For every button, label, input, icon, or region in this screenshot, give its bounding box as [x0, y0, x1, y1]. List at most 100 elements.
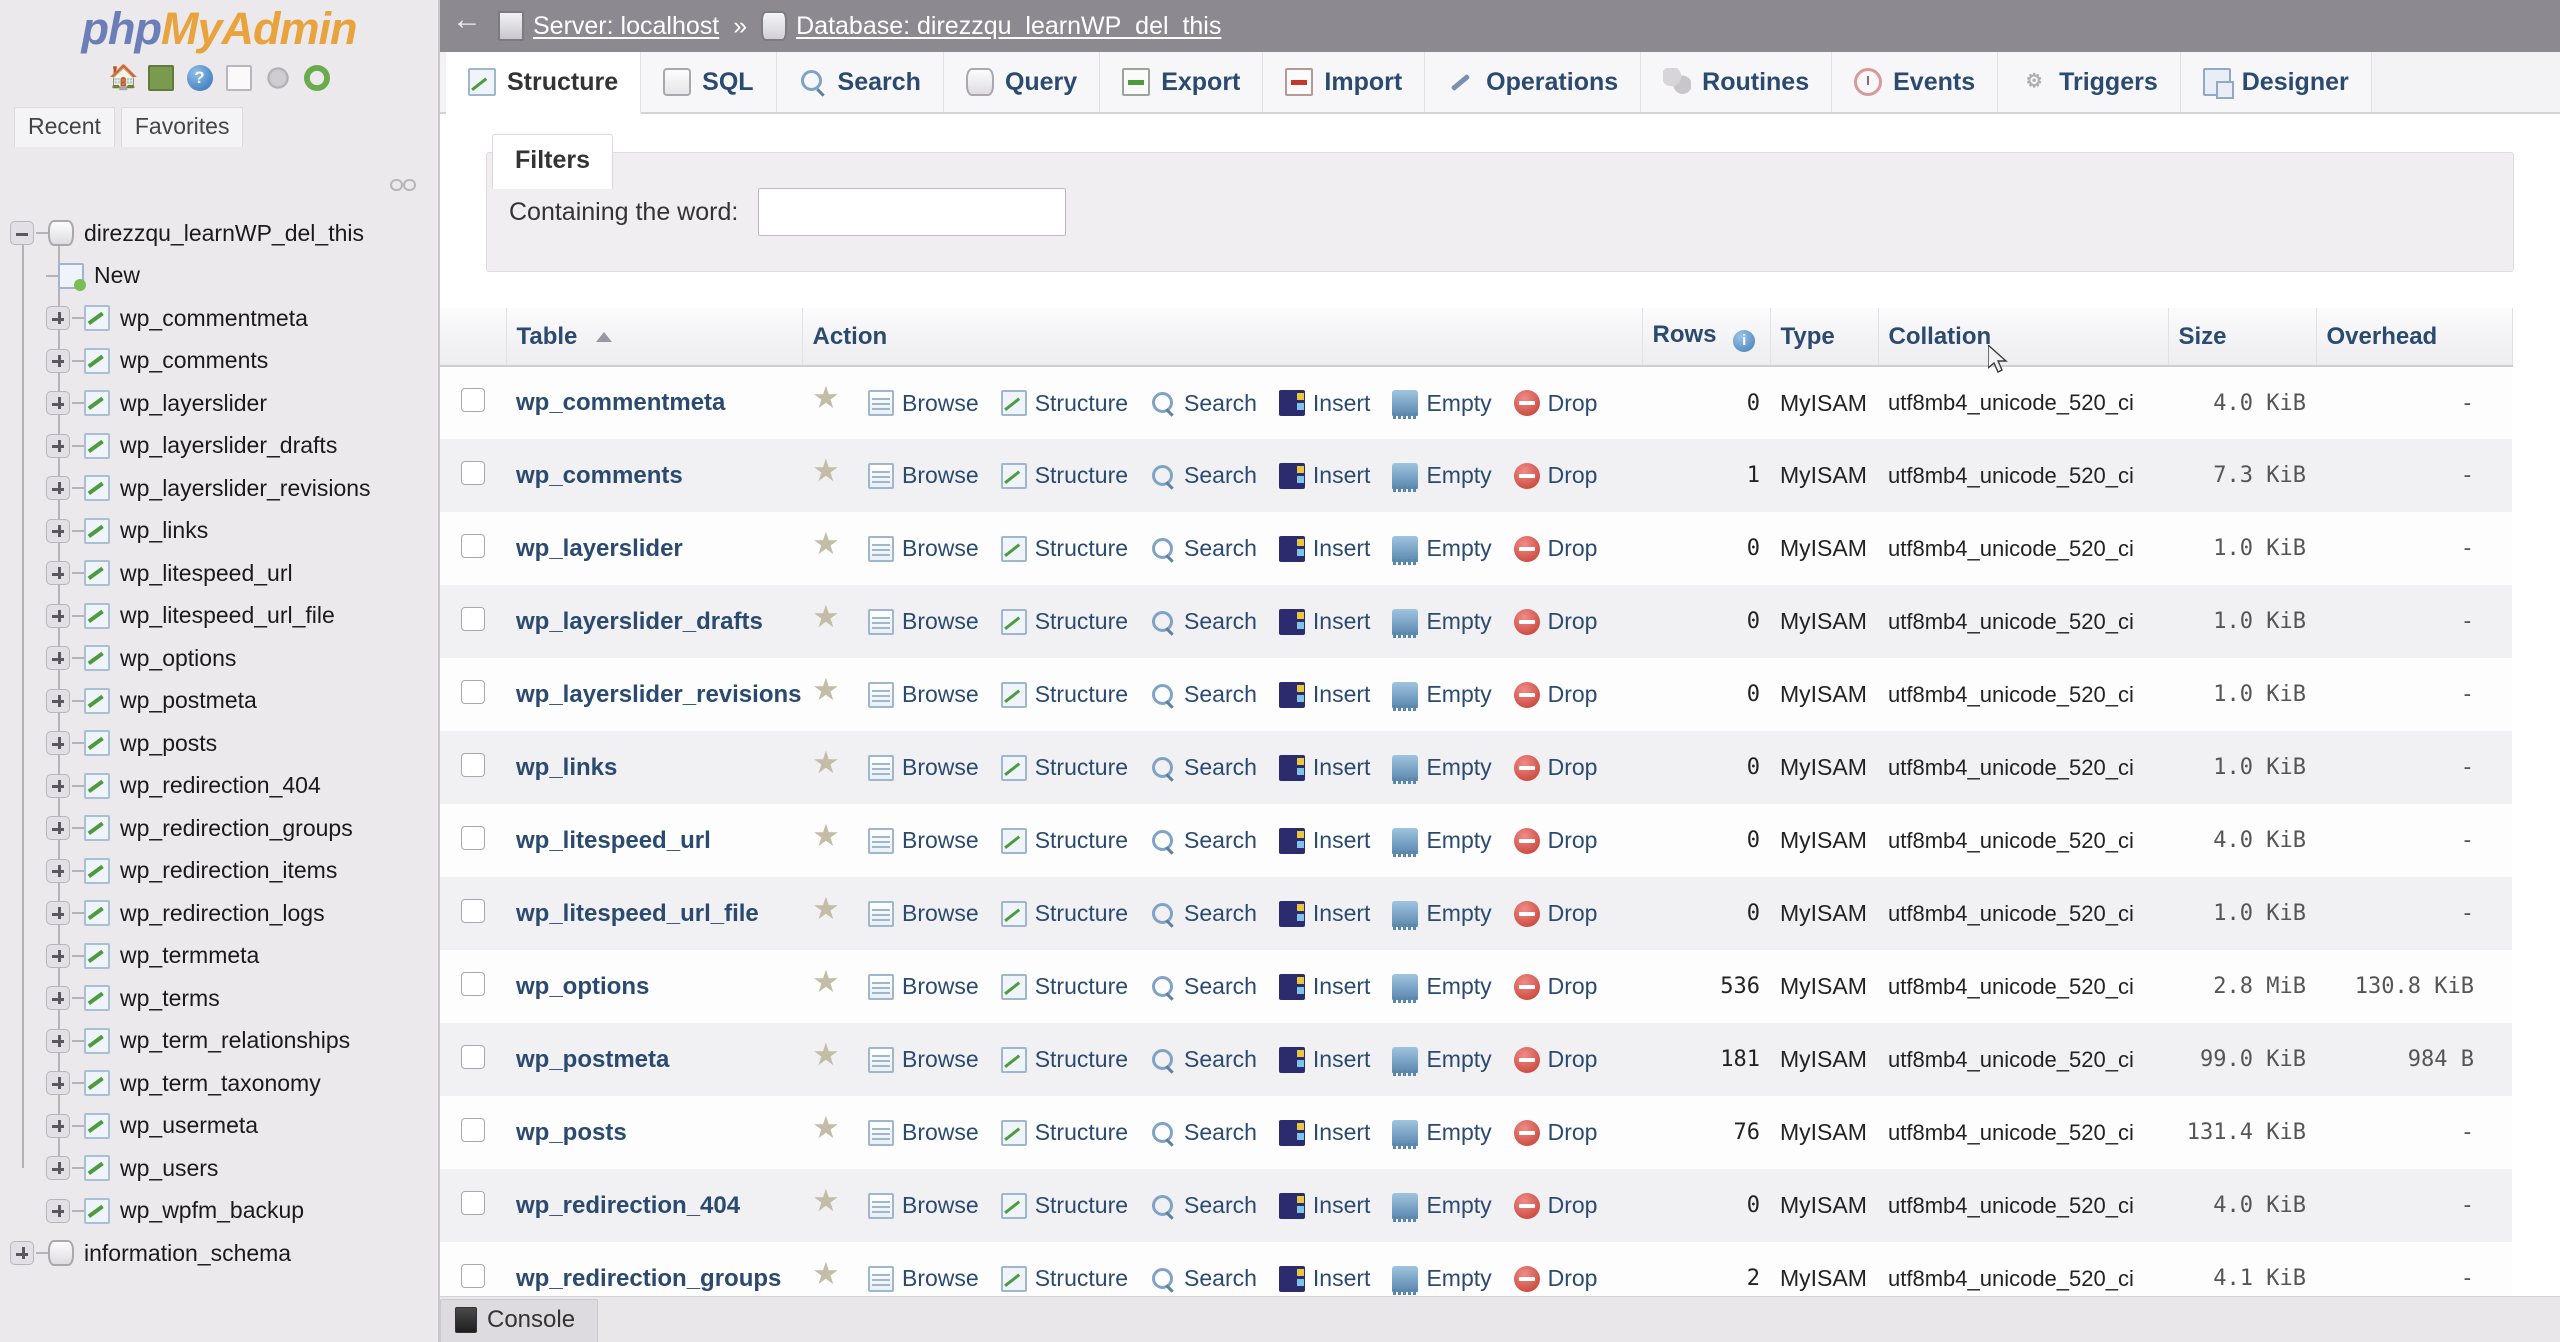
- structure-link[interactable]: Structure: [1000, 462, 1128, 489]
- browse-link[interactable]: Browse: [868, 754, 979, 781]
- expand-toggle-icon[interactable]: [46, 688, 70, 713]
- search-link[interactable]: Search: [1150, 1119, 1257, 1146]
- refresh-icon[interactable]: [303, 65, 330, 91]
- structure-link[interactable]: Structure: [1000, 827, 1128, 854]
- insert-link[interactable]: Insert: [1278, 900, 1370, 927]
- row-checkbox[interactable]: [461, 1044, 485, 1069]
- tree-node-table[interactable]: wp_litespeed_url: [0, 552, 432, 595]
- expand-toggle-icon[interactable]: [46, 1156, 70, 1181]
- browse-link[interactable]: Browse: [868, 1119, 979, 1146]
- table-name-link[interactable]: wp_commentmeta: [516, 389, 725, 416]
- tree-node-table[interactable]: wp_comments: [0, 340, 432, 383]
- empty-link[interactable]: Empty: [1392, 390, 1492, 419]
- drop-link[interactable]: Drop: [1513, 1119, 1597, 1146]
- insert-link[interactable]: Insert: [1278, 462, 1370, 489]
- expand-toggle-icon[interactable]: [46, 1028, 70, 1053]
- row-checkbox[interactable]: [461, 460, 485, 485]
- favorite-star-icon[interactable]: [812, 1256, 842, 1294]
- drop-link[interactable]: Drop: [1513, 1192, 1597, 1219]
- table-name-link[interactable]: wp_redirection_groups: [516, 1265, 781, 1292]
- tab-export[interactable]: Export: [1100, 52, 1264, 112]
- row-select-cell[interactable]: [440, 1096, 506, 1169]
- containing-word-input[interactable]: [758, 188, 1067, 236]
- drop-link[interactable]: Drop: [1513, 900, 1597, 927]
- expand-toggle-icon[interactable]: [46, 1113, 70, 1138]
- header-size[interactable]: Size: [2168, 308, 2317, 367]
- tab-search[interactable]: Search: [776, 52, 944, 112]
- table-name-link[interactable]: wp_options: [516, 973, 649, 1000]
- browse-link[interactable]: Browse: [868, 681, 979, 708]
- tree-node-table[interactable]: wp_term_relationships: [0, 1020, 432, 1063]
- drop-link[interactable]: Drop: [1513, 754, 1597, 781]
- favorite-star-icon[interactable]: [812, 745, 842, 783]
- tree-node-table[interactable]: wp_links: [0, 510, 432, 553]
- table-name-link[interactable]: wp_comments: [516, 462, 683, 489]
- empty-link[interactable]: Empty: [1392, 1046, 1492, 1076]
- tab-recent[interactable]: Recent: [14, 107, 115, 147]
- favorite-star-icon[interactable]: [812, 1110, 842, 1148]
- row-checkbox[interactable]: [461, 679, 485, 704]
- drop-link[interactable]: Drop: [1513, 827, 1597, 854]
- tab-sql[interactable]: SQL: [641, 52, 777, 112]
- tree-node-table[interactable]: wp_termmeta: [0, 935, 432, 978]
- tree-node-new[interactable]: New: [0, 255, 432, 298]
- tab-designer[interactable]: Designer: [2180, 52, 2372, 112]
- search-link[interactable]: Search: [1150, 754, 1257, 781]
- browse-link[interactable]: Browse: [868, 535, 979, 562]
- structure-link[interactable]: Structure: [1000, 1119, 1128, 1146]
- search-link[interactable]: Search: [1150, 1192, 1257, 1219]
- table-name-link[interactable]: wp_postmeta: [516, 1046, 669, 1073]
- structure-link[interactable]: Structure: [1000, 608, 1128, 635]
- empty-link[interactable]: Empty: [1392, 1192, 1492, 1222]
- expand-toggle-icon[interactable]: [46, 1071, 70, 1096]
- tree-node-table[interactable]: wp_redirection_items: [0, 850, 432, 893]
- insert-link[interactable]: Insert: [1278, 754, 1370, 781]
- row-select-cell[interactable]: [440, 512, 506, 585]
- browse-link[interactable]: Browse: [868, 1265, 979, 1292]
- row-select-cell[interactable]: [440, 658, 506, 731]
- tab-import[interactable]: Import: [1263, 52, 1426, 112]
- row-select-cell[interactable]: [440, 731, 506, 804]
- search-link[interactable]: Search: [1150, 973, 1257, 1000]
- expand-toggle-icon[interactable]: [46, 306, 70, 331]
- browse-link[interactable]: Browse: [868, 390, 979, 417]
- browse-link[interactable]: Browse: [868, 973, 979, 1000]
- browse-link[interactable]: Browse: [868, 1192, 979, 1219]
- expand-toggle-icon[interactable]: [46, 816, 70, 841]
- expand-toggle-icon[interactable]: [46, 603, 70, 628]
- browse-link[interactable]: Browse: [868, 462, 979, 489]
- structure-link[interactable]: Structure: [1000, 535, 1128, 562]
- search-link[interactable]: Search: [1150, 900, 1257, 927]
- row-checkbox[interactable]: [461, 752, 485, 777]
- logout-icon[interactable]: [147, 65, 174, 91]
- expand-toggle-icon[interactable]: [46, 943, 70, 968]
- insert-link[interactable]: Insert: [1278, 390, 1370, 417]
- home-icon[interactable]: [109, 63, 139, 92]
- search-link[interactable]: Search: [1150, 608, 1257, 635]
- structure-link[interactable]: Structure: [1000, 1192, 1128, 1219]
- info-icon[interactable]: i: [1733, 330, 1756, 352]
- header-rows[interactable]: Rows i: [1642, 308, 1771, 367]
- row-checkbox[interactable]: [461, 533, 485, 558]
- row-select-cell[interactable]: [440, 877, 506, 950]
- favorite-star-icon[interactable]: [812, 1183, 842, 1221]
- drop-link[interactable]: Drop: [1513, 390, 1597, 417]
- tab-operations[interactable]: Operations: [1425, 52, 1642, 112]
- row-select-cell[interactable]: [440, 585, 506, 658]
- favorite-star-icon[interactable]: [812, 380, 842, 418]
- structure-link[interactable]: Structure: [1000, 973, 1128, 1000]
- empty-link[interactable]: Empty: [1392, 462, 1492, 492]
- browse-link[interactable]: Browse: [868, 1046, 979, 1073]
- insert-link[interactable]: Insert: [1278, 1265, 1370, 1292]
- favorite-star-icon[interactable]: [812, 818, 842, 856]
- search-link[interactable]: Search: [1150, 681, 1257, 708]
- favorite-star-icon[interactable]: [812, 964, 842, 1002]
- table-name-link[interactable]: wp_links: [516, 754, 617, 781]
- search-link[interactable]: Search: [1150, 390, 1257, 417]
- empty-link[interactable]: Empty: [1392, 1119, 1492, 1149]
- tree-node-table[interactable]: wp_layerslider_revisions: [0, 467, 432, 510]
- tree-node-table[interactable]: wp_usermeta: [0, 1105, 432, 1148]
- drop-link[interactable]: Drop: [1513, 535, 1597, 562]
- settings-icon[interactable]: [264, 65, 291, 91]
- structure-link[interactable]: Structure: [1000, 681, 1128, 708]
